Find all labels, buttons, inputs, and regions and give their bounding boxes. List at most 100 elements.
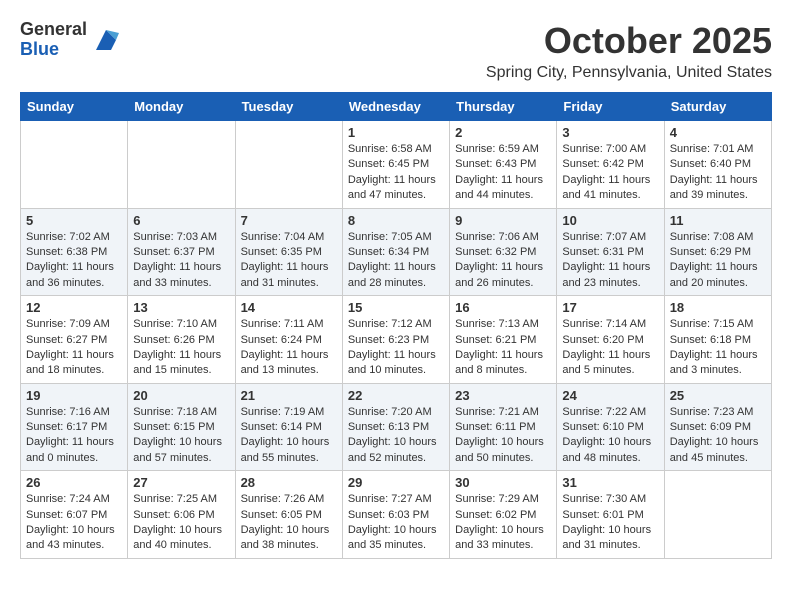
cell-info: Sunrise: 7:19 AM Sunset: 6:14 PM Dayligh… [241,405,337,467]
day-header-tuesday: Tuesday [235,93,342,121]
calendar-cell: 1 Sunrise: 6:58 AM Sunset: 6:45 PM Daylig… [342,121,449,209]
calendar-cell: 13 Sunrise: 7:10 AM Sunset: 6:26 PM Dayli… [128,296,235,384]
day-header-friday: Friday [557,93,664,121]
cell-info: Sunrise: 7:03 AM Sunset: 6:37 PM Dayligh… [133,230,229,292]
calendar-cell: 28Sunrise: 7:26 AM Sunset: 6:05 PM Dayli… [235,471,342,559]
date-number: 27 [133,475,229,490]
date-number: 6 [133,213,229,228]
day-header-saturday: Saturday [664,93,771,121]
cell-info: Sunrise: 7:09 AM Sunset: 6:27 PM Dayligh… [26,317,122,379]
calendar-cell: 2Sunrise: 6:59 AM Sunset: 6:43 PM Daylig… [450,121,557,209]
date-number: 5 [26,213,122,228]
calendar-cell [21,121,128,209]
date-number: 16 [455,300,551,315]
cell-info: Sunrise: 7:23 AM Sunset: 6:09 PM Dayligh… [670,405,766,467]
cell-info: Sunrise: 7:15 AM Sunset: 6:18 PM Dayligh… [670,317,766,379]
date-number: 4 [670,125,766,140]
cell-info: Sunrise: 7:04 AM Sunset: 6:35 PM Dayligh… [241,230,337,292]
calendar-cell: 21 Sunrise: 7:19 AM Sunset: 6:14 PM Dayli… [235,383,342,471]
calendar-cell: 17 Sunrise: 7:14 AM Sunset: 6:20 PM Dayli… [557,296,664,384]
date-number: 7 [241,213,337,228]
cell-info: Sunrise: 6:58 AM Sunset: 6:45 PM Dayligh… [348,142,444,204]
calendar-cell: 26 Sunrise: 7:24 AM Sunset: 6:07 PM Dayli… [21,471,128,559]
cell-info: Sunrise: 7:27 AM Sunset: 6:03 PM Dayligh… [348,492,444,554]
calendar-cell: 10Sunrise: 7:07 AM Sunset: 6:31 PM Dayli… [557,208,664,296]
date-number: 31 [562,475,658,490]
cell-info: Sunrise: 7:07 AM Sunset: 6:31 PM Dayligh… [562,230,658,292]
week-row-4: 19 Sunrise: 7:16 AM Sunset: 6:17 PM Dayli… [21,383,772,471]
date-number: 8 [348,213,444,228]
calendar-cell [235,121,342,209]
calendar-cell: 20Sunrise: 7:18 AM Sunset: 6:15 PM Dayli… [128,383,235,471]
week-row-5: 26 Sunrise: 7:24 AM Sunset: 6:07 PM Dayli… [21,471,772,559]
cell-info: Sunrise: 7:12 AM Sunset: 6:23 PM Dayligh… [348,317,444,379]
day-header-thursday: Thursday [450,93,557,121]
calendar-cell: 3Sunrise: 7:00 AM Sunset: 6:42 PM Daylig… [557,121,664,209]
title-section: October 2025 Spring City, Pennsylvania, … [486,20,772,82]
day-header-monday: Monday [128,93,235,121]
calendar-cell: 30 Sunrise: 7:29 AM Sunset: 6:02 PM Dayli… [450,471,557,559]
calendar-cell [664,471,771,559]
cell-info: Sunrise: 7:21 AM Sunset: 6:11 PM Dayligh… [455,405,551,467]
cell-info: Sunrise: 7:13 AM Sunset: 6:21 PM Dayligh… [455,317,551,379]
calendar-cell: 25 Sunrise: 7:23 AM Sunset: 6:09 PM Dayli… [664,383,771,471]
date-number: 3 [562,125,658,140]
logo-text: General Blue [20,20,87,60]
calendar-cell: 31Sunrise: 7:30 AM Sunset: 6:01 PM Dayli… [557,471,664,559]
cell-info: Sunrise: 7:22 AM Sunset: 6:10 PM Dayligh… [562,405,658,467]
page-header: General Blue October 2025 Spring City, P… [20,20,772,82]
cell-info: Sunrise: 7:10 AM Sunset: 6:26 PM Dayligh… [133,317,229,379]
cell-info: Sunrise: 7:02 AM Sunset: 6:38 PM Dayligh… [26,230,122,292]
calendar-cell: 18 Sunrise: 7:15 AM Sunset: 6:18 PM Dayli… [664,296,771,384]
week-row-2: 5 Sunrise: 7:02 AM Sunset: 6:38 PM Daylig… [21,208,772,296]
date-number: 21 [241,388,337,403]
calendar-cell: 15 Sunrise: 7:12 AM Sunset: 6:23 PM Dayli… [342,296,449,384]
cell-info: Sunrise: 7:08 AM Sunset: 6:29 PM Dayligh… [670,230,766,292]
date-number: 9 [455,213,551,228]
date-number: 15 [348,300,444,315]
main-title: October 2025 [486,20,772,62]
cell-info: Sunrise: 7:29 AM Sunset: 6:02 PM Dayligh… [455,492,551,554]
day-headers-row: SundayMondayTuesdayWednesdayThursdayFrid… [21,93,772,121]
date-number: 24 [562,388,658,403]
date-number: 30 [455,475,551,490]
date-number: 29 [348,475,444,490]
date-number: 19 [26,388,122,403]
day-header-wednesday: Wednesday [342,93,449,121]
logo-icon [91,25,121,55]
calendar-cell: 22Sunrise: 7:20 AM Sunset: 6:13 PM Dayli… [342,383,449,471]
calendar-table: SundayMondayTuesdayWednesdayThursdayFrid… [20,92,772,559]
cell-info: Sunrise: 7:25 AM Sunset: 6:06 PM Dayligh… [133,492,229,554]
calendar-cell: 7 Sunrise: 7:04 AM Sunset: 6:35 PM Daylig… [235,208,342,296]
date-number: 14 [241,300,337,315]
date-number: 25 [670,388,766,403]
calendar-cell: 5 Sunrise: 7:02 AM Sunset: 6:38 PM Daylig… [21,208,128,296]
date-number: 18 [670,300,766,315]
date-number: 23 [455,388,551,403]
cell-info: Sunrise: 7:01 AM Sunset: 6:40 PM Dayligh… [670,142,766,204]
date-number: 17 [562,300,658,315]
calendar-cell [128,121,235,209]
cell-info: Sunrise: 7:11 AM Sunset: 6:24 PM Dayligh… [241,317,337,379]
date-number: 11 [670,213,766,228]
date-number: 12 [26,300,122,315]
calendar-cell: 24 Sunrise: 7:22 AM Sunset: 6:10 PM Dayli… [557,383,664,471]
calendar-cell: 23 Sunrise: 7:21 AM Sunset: 6:11 PM Dayli… [450,383,557,471]
logo: General Blue [20,20,121,60]
cell-info: Sunrise: 7:16 AM Sunset: 6:17 PM Dayligh… [26,405,122,467]
date-number: 26 [26,475,122,490]
calendar-cell: 16 Sunrise: 7:13 AM Sunset: 6:21 PM Dayli… [450,296,557,384]
cell-info: Sunrise: 7:14 AM Sunset: 6:20 PM Dayligh… [562,317,658,379]
date-number: 22 [348,388,444,403]
date-number: 28 [241,475,337,490]
cell-info: Sunrise: 7:24 AM Sunset: 6:07 PM Dayligh… [26,492,122,554]
calendar-cell: 27 Sunrise: 7:25 AM Sunset: 6:06 PM Dayli… [128,471,235,559]
date-number: 1 [348,125,444,140]
cell-info: Sunrise: 7:06 AM Sunset: 6:32 PM Dayligh… [455,230,551,292]
calendar-cell: 29 Sunrise: 7:27 AM Sunset: 6:03 PM Dayli… [342,471,449,559]
date-number: 20 [133,388,229,403]
day-header-sunday: Sunday [21,93,128,121]
date-number: 13 [133,300,229,315]
date-number: 2 [455,125,551,140]
calendar-cell: 6 Sunrise: 7:03 AM Sunset: 6:37 PM Daylig… [128,208,235,296]
